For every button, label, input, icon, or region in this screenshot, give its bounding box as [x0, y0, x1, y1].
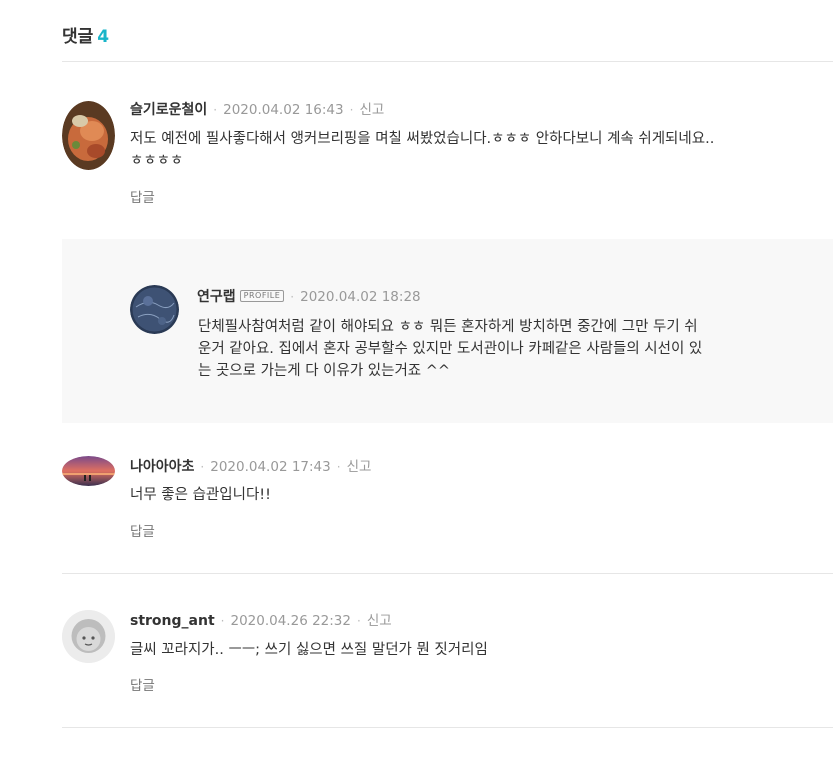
comments-count: 4: [97, 27, 110, 47]
separator-dot: ·: [200, 460, 205, 474]
report-link[interactable]: 신고: [367, 613, 392, 629]
food-photo-icon: [62, 101, 115, 170]
comment-text-line: 운거 같아요. 집에서 혼자 공부할수 있지만 도서관이나 카페같은 사람들의 …: [198, 341, 703, 357]
comment-divider: [62, 573, 833, 574]
reply-button[interactable]: 답글: [130, 674, 155, 694]
comment-divider: [62, 727, 833, 728]
author-name[interactable]: 나아아아초: [130, 459, 194, 475]
comment-text-line: 는 곳으로 가는게 다 이유가 있는거죠 ^^: [198, 363, 451, 379]
separator-dot: ·: [336, 460, 341, 474]
sunset-photo-icon: [62, 456, 115, 486]
reply-button[interactable]: 답글: [130, 186, 155, 206]
comment-date: 2020.04.02 17:43: [210, 459, 331, 475]
comment-date: 2020.04.02 16:43: [223, 102, 344, 118]
separator-dot: ·: [220, 614, 225, 628]
comment-text-line: 단체필사참여처럼 같이 해야되요 ㅎㅎ 뭐든 혼자하게 방치하면 중간에 그만 …: [198, 319, 698, 335]
comment-item: 나아아아초 · 2020.04.02 17:43 · 신고 너무 좋은 습관입니다!! …: [62, 456, 833, 546]
comment-meta: strong_ant · 2020.04.26 22:32 · 신고: [130, 611, 392, 631]
separator-dot: ·: [213, 103, 218, 117]
comment-meta: 연구랩 PROFILE · 2020.04.02 18:28: [197, 287, 421, 307]
comment-text-line: 너무 좋은 습관입니다!!: [130, 487, 271, 503]
comment-date: 2020.04.02 18:28: [300, 289, 421, 305]
comment-date: 2020.04.26 22:32: [230, 613, 351, 629]
comment-item: 슬기로운철이 · 2020.04.02 16:43 · 신고 저도 예전에 필사좋다해서…: [62, 99, 833, 209]
profile-badge[interactable]: PROFILE: [239, 290, 285, 302]
comment-item: strong_ant · 2020.04.26 22:32 · 신고 글씨 꼬라지가..…: [62, 610, 833, 700]
user-icon: [62, 610, 115, 663]
avatar[interactable]: [62, 101, 115, 170]
separator-dot: ·: [356, 614, 361, 628]
comment-meta: 슬기로운철이 · 2020.04.02 16:43 · 신고: [130, 100, 384, 120]
comment-text: 저도 예전에 필사좋다해서 앵커브리핑을 며칠 써봤었습니다.ㅎㅎㅎ 안하다보니…: [130, 128, 714, 172]
comments-title: 댓글: [62, 27, 94, 47]
separator-dot: ·: [349, 103, 354, 117]
comment-meta: 나아아아초 · 2020.04.02 17:43 · 신고: [130, 457, 371, 477]
avatar[interactable]: [62, 456, 115, 486]
separator-dot: ·: [290, 290, 295, 304]
reply-item: 연구랩 PROFILE · 2020.04.02 18:28 단체필사참여처럼 같이 …: [130, 285, 790, 395]
comment-text: 단체필사참여처럼 같이 해야되요 ㅎㅎ 뭐든 혼자하게 방치하면 중간에 그만 …: [198, 316, 758, 382]
avatar[interactable]: [62, 610, 115, 663]
comment-text: 너무 좋은 습관입니다!!: [130, 484, 271, 506]
header-divider: [62, 61, 833, 62]
report-link[interactable]: 신고: [347, 459, 372, 475]
globe-avatar-icon: [130, 285, 179, 334]
author-name[interactable]: 슬기로운철이: [130, 102, 207, 118]
avatar[interactable]: [130, 285, 179, 334]
author-name[interactable]: 연구랩: [197, 289, 236, 305]
comment-text-line: 글씨 꼬라지가.. ㅡㅡ; 쓰기 싫으면 쓰질 말던가 뭔 짓거리임: [130, 642, 488, 658]
comments-header: 댓글 4: [62, 22, 109, 47]
comment-text-line: 저도 예전에 필사좋다해서 앵커브리핑을 며칠 써봤었습니다.ㅎㅎㅎ 안하다보니…: [130, 131, 715, 147]
comment-text: 글씨 꼬라지가.. ㅡㅡ; 쓰기 싫으면 쓰질 말던가 뭔 짓거리임: [130, 639, 488, 661]
report-link[interactable]: 신고: [359, 102, 384, 118]
comment-text-line: ㅎㅎㅎㅎ: [130, 153, 184, 169]
author-name[interactable]: strong_ant: [130, 613, 215, 629]
reply-button[interactable]: 답글: [130, 520, 155, 540]
